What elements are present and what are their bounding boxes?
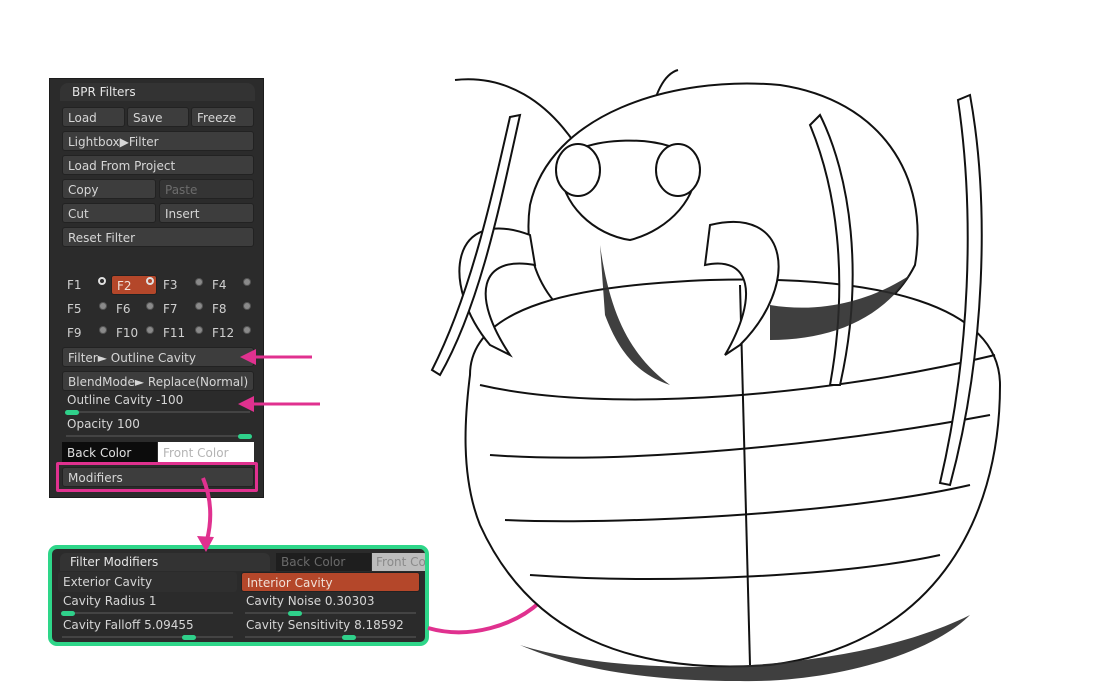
arrow-outline-cavity <box>238 396 320 412</box>
bpr-render-insect <box>430 69 1002 682</box>
arrow-filter <box>240 349 312 365</box>
insect-abdomen <box>464 278 1002 668</box>
arrow-to-modifiers-panel <box>197 477 214 552</box>
eye-right <box>655 143 701 197</box>
eye-left <box>555 143 601 197</box>
